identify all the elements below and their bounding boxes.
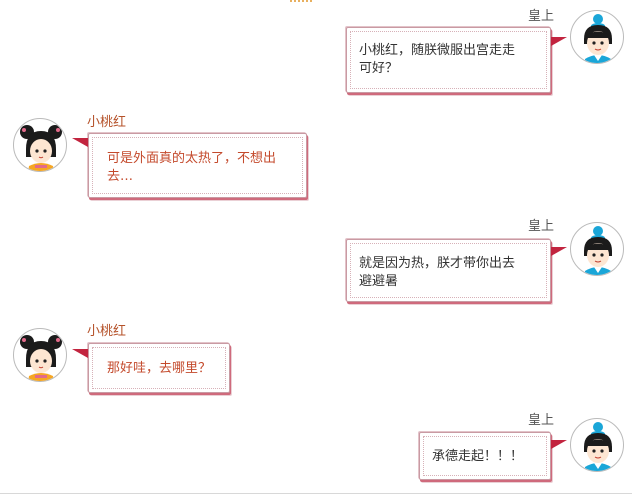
top-divider <box>0 0 632 4</box>
message-text-line-2: 去… <box>107 169 134 184</box>
speaker-name-emperor: 皇上 <box>528 413 555 428</box>
message-text-line-2: 可好？ <box>359 61 399 76</box>
message-bubble-emperor: 承德走起！！！ <box>419 432 551 480</box>
bottom-divider <box>0 493 632 494</box>
message-text-line-1: 小桃红，随朕微服出宫走走 <box>359 43 516 58</box>
maid-avatar-icon <box>13 328 67 382</box>
top-divider-dots <box>290 0 312 2</box>
speaker-name-emperor: 皇上 <box>528 219 555 234</box>
speaker-name-maid: 小桃红 <box>87 324 127 339</box>
maid-avatar-icon <box>13 118 67 172</box>
message-text-line-2: 避避暑 <box>359 274 399 289</box>
message-text-line-1: 就是因为热，朕才带你出去 <box>359 256 516 271</box>
message-bubble-maid: 可是外面真的太热了，不想出 去… <box>88 133 307 198</box>
bubble-tail-right <box>551 247 567 256</box>
message-bubble-maid: 那好哇，去哪里？ <box>88 343 230 393</box>
message-bubble-emperor: 就是因为热，朕才带你出去 避避暑 <box>346 239 551 302</box>
bubble-tail-left <box>72 138 88 147</box>
emperor-avatar-icon <box>570 418 624 472</box>
speaker-name-emperor: 皇上 <box>528 9 555 24</box>
message-text-line-1: 承德走起！！！ <box>432 449 524 464</box>
message-bubble-emperor: 小桃红，随朕微服出宫走走 可好？ <box>346 27 551 93</box>
bubble-tail-left <box>72 349 88 358</box>
message-text-line-1: 那好哇，去哪里？ <box>107 361 212 376</box>
bubble-tail-right <box>551 37 567 46</box>
emperor-avatar-icon <box>570 10 624 64</box>
message-text-line-1: 可是外面真的太热了，不想出 <box>107 151 277 166</box>
bubble-tail-right <box>551 440 567 449</box>
speaker-name-maid: 小桃红 <box>87 115 127 130</box>
emperor-avatar-icon <box>570 222 624 276</box>
